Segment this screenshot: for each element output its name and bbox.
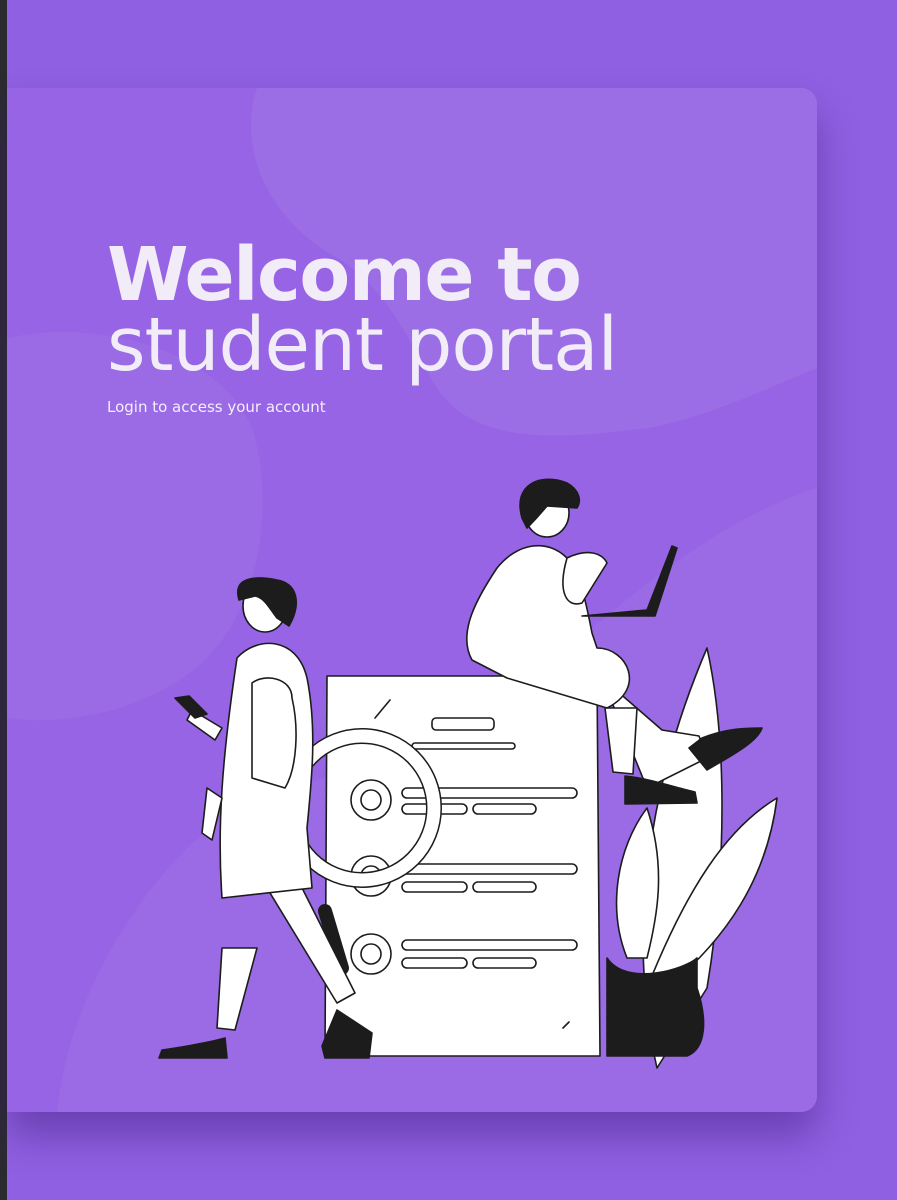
hero-illustration <box>158 478 778 1069</box>
welcome-panel: Welcome to student portal Login to acces… <box>7 88 817 1112</box>
window-edge <box>0 0 7 1200</box>
